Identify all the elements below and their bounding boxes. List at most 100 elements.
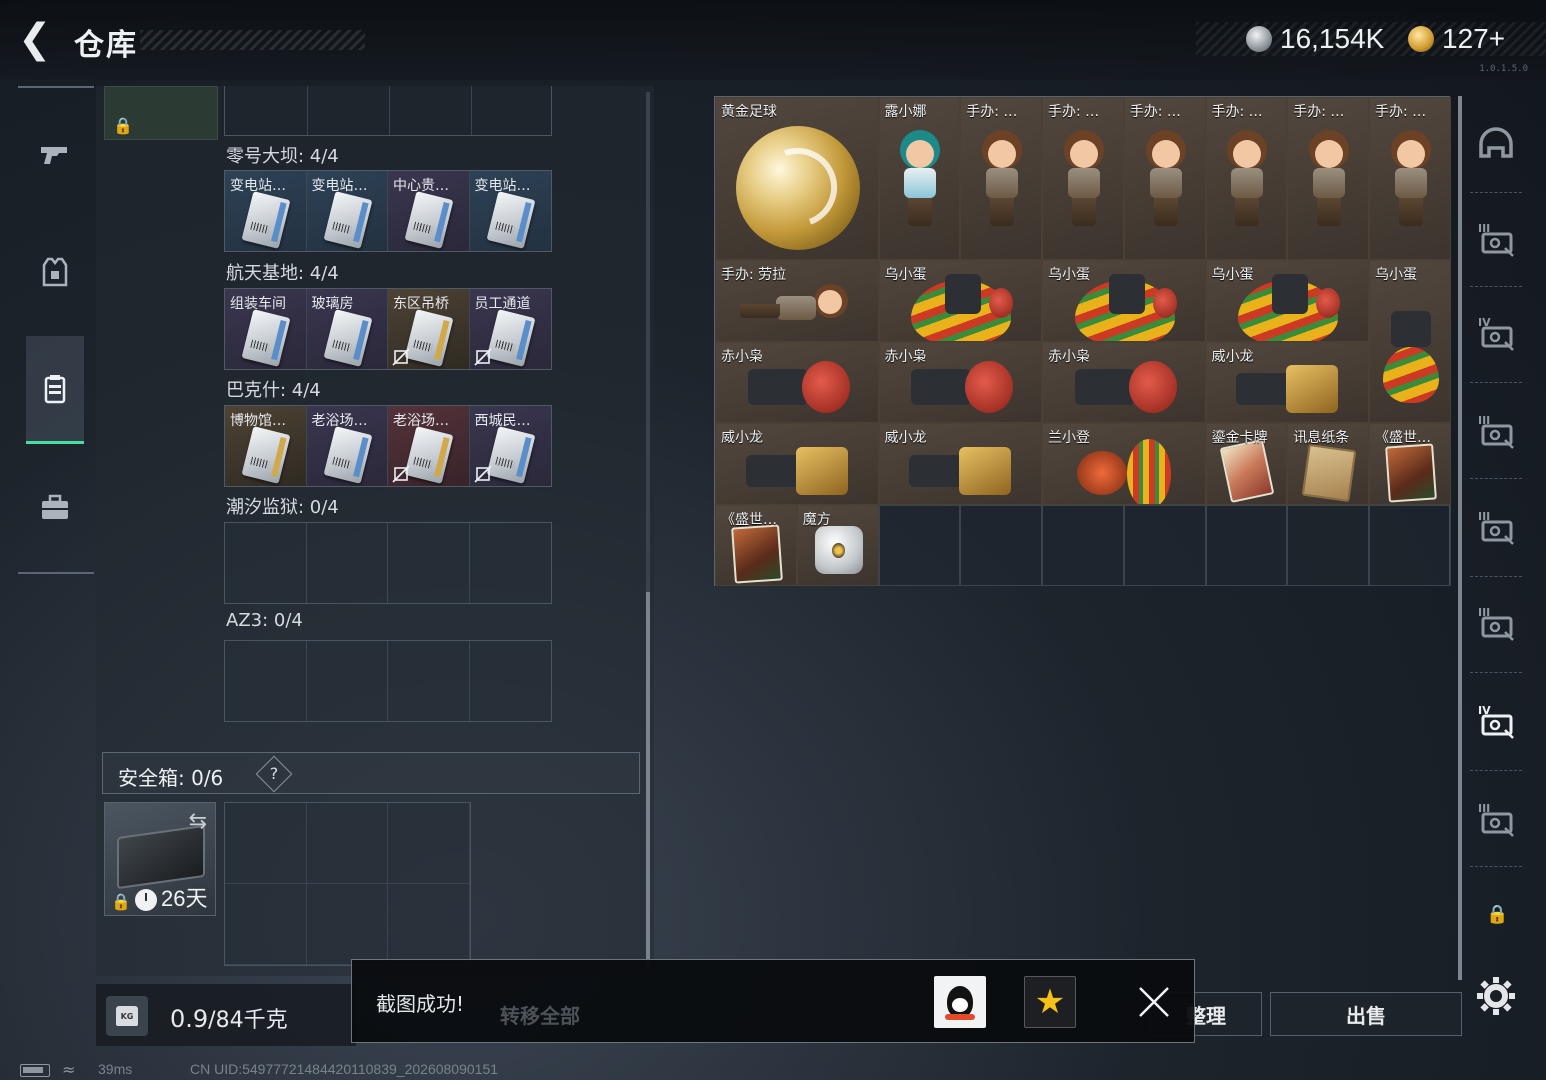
empty-key-slot[interactable] [388,641,470,721]
stash-item[interactable]: 手办: … [1369,97,1451,260]
key-card-slot[interactable]: 西城民… [469,406,551,486]
keycard-icon [486,191,535,249]
safe-slot[interactable] [225,803,307,884]
stash-empty-slot[interactable] [960,504,1042,586]
stash-page-tab[interactable]: IV [1470,696,1522,746]
key-card-slot[interactable]: 东区吊桥 [388,289,470,369]
nav-gear[interactable] [26,218,84,326]
stash-empty-slot[interactable] [1042,504,1124,586]
stash-page-tab[interactable]: III [1470,502,1522,552]
safe-slot[interactable] [388,803,470,884]
stash-item-name: 手办: 劳拉 [721,267,787,283]
stash-item[interactable]: 乌小蛋 [1205,260,1369,342]
stash-item-name: 手办: … [1211,104,1263,120]
empty-key-slot[interactable] [388,523,470,603]
help-icon[interactable]: ? [255,755,293,793]
tier3-bag-icon: III [1478,802,1514,837]
key-card-slot[interactable]: 变电站… [469,171,551,251]
sell-button[interactable]: 出售 [1270,992,1462,1036]
stash-item[interactable]: 手办: … [1123,97,1206,260]
key-case-item[interactable]: 🔒 [104,86,218,140]
key-card-slot[interactable]: 组装车间 [225,289,307,369]
lock-icon: 🔒 [113,116,133,135]
stash-empty-slot[interactable] [1123,504,1206,586]
stash-item[interactable]: 赤小枭 [878,341,1042,423]
key-card-slot[interactable]: 变电站… [225,171,307,251]
stash-item[interactable]: 手办: … [1287,97,1369,260]
key-card-slot[interactable]: 变电站… [306,171,388,251]
currency-silver[interactable]: 16,154K [1246,22,1384,56]
safe-slot[interactable] [306,803,389,884]
transfer-all-button[interactable]: 转移全部 [500,1000,580,1029]
stash-item-name: 鎏金卡牌 [1211,430,1268,446]
safe-box-grid[interactable] [224,802,471,966]
empty-key-slot[interactable] [306,641,388,721]
empty-key-slot[interactable] [469,523,551,603]
nav-weapons[interactable] [26,100,84,208]
left-scroll-thumb[interactable] [646,592,650,962]
lock-icon: 🔒 [1486,904,1509,925]
safe-slot[interactable] [388,884,470,965]
gear-icon[interactable] [1474,974,1518,1018]
empty-key-slot[interactable] [225,641,307,721]
stash-page-tab[interactable]: III [1470,406,1522,456]
stash-item[interactable]: 兰小登 [1042,423,1206,505]
key-card-slot[interactable]: 员工通道 [469,289,551,369]
stash-empty-slot[interactable] [1205,504,1288,586]
nav-keys[interactable] [26,336,84,444]
stash-item[interactable]: 手办: … [960,97,1042,260]
stash-item[interactable]: 威小龙 [715,423,879,505]
stash-item[interactable]: 手办: … [1042,97,1124,260]
weight-kg-icon: KG [106,996,148,1036]
stash-grid[interactable]: 黄金足球 露小娜 手办: … 手办: … 手办: … 手办: … 手办: … 手办: … 手办:… [714,96,1451,586]
stash-item[interactable]: 讯息纸条 [1287,423,1369,505]
left-scrollbar[interactable] [646,92,650,972]
key-card-slot[interactable]: 中心贵… [388,171,470,251]
stash-item[interactable]: 魔方 [796,504,879,586]
key-card-slot[interactable]: 玻璃房 [306,289,388,369]
stash-page-tab[interactable]: III [1470,214,1522,264]
stash-page-tab[interactable] [1470,120,1522,170]
stash-item[interactable]: 赤小枭 [715,341,879,423]
stash-page-tab[interactable]: III [1470,794,1522,844]
stash-empty-slot[interactable] [1369,504,1451,586]
stash-item[interactable]: 威小龙 [878,423,1042,505]
stash-item[interactable]: 手办: … [1205,97,1288,260]
stash-item-name: 赤小枭 [884,348,927,365]
stash-empty-slot[interactable] [1287,504,1369,586]
swap-icon[interactable]: ⇆ [189,809,207,834]
close-icon[interactable] [1134,982,1174,1022]
nav-containers[interactable] [26,454,84,562]
share-qq-button[interactable] [934,976,986,1028]
keycard-icon [241,426,291,484]
stash-page-tab[interactable]: IV [1470,308,1522,358]
safe-box-item[interactable]: ⇆ 🔒 26天 [104,802,216,916]
stash-scrollbar[interactable] [1458,96,1462,980]
key-card-slot[interactable]: 博物馆… [225,406,307,486]
key-card-slot[interactable]: 老浴场… [388,406,470,486]
stash-empty-slot[interactable] [878,504,961,586]
stash-page-tab[interactable]: III [1470,598,1522,648]
stash-item[interactable]: 乌小蛋 [1042,260,1206,342]
stash-item[interactable]: 《盛世… [715,504,797,586]
empty-key-slot[interactable] [469,641,551,721]
stash-item[interactable]: 赤小枭 [1042,341,1206,423]
stash-item[interactable]: 乌小蛋 [1369,260,1451,423]
stash-item[interactable]: 《盛世… [1369,423,1451,505]
stash-item[interactable]: 威小龙 [1205,341,1369,423]
key-card-slot[interactable]: 老浴场… [306,406,388,486]
empty-key-slot[interactable] [306,523,388,603]
back-arrow-icon[interactable]: ❮ [18,19,54,59]
empty-key-slot[interactable] [225,523,307,603]
currency-gold[interactable]: 127+ [1408,22,1505,56]
stash-item[interactable]: 手办: 劳拉 [715,260,879,342]
safe-slot[interactable] [225,884,307,965]
safe-slot[interactable] [306,884,389,965]
keycard-icon [241,309,291,367]
stash-item[interactable]: 黄金足球 [715,97,879,260]
stash-item[interactable]: 乌小蛋 [878,260,1042,342]
stash-item[interactable]: 露小娜 [878,97,961,260]
stash-item[interactable]: 鎏金卡牌 [1205,423,1288,505]
region-label: 巴克什: 4/4 [226,380,321,401]
share-qzone-button[interactable]: ★ [1024,976,1076,1028]
